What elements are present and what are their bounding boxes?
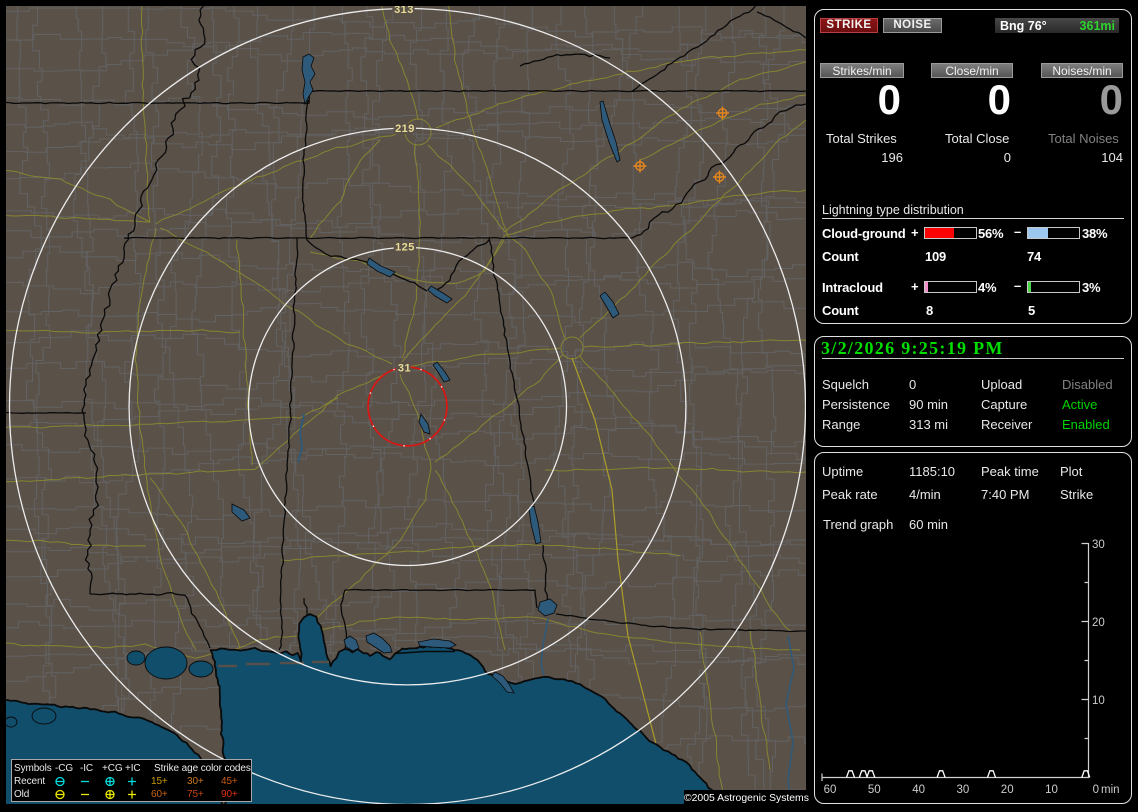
svg-text:30: 30 bbox=[957, 784, 970, 796]
svg-text:min: min bbox=[1101, 784, 1120, 796]
svg-text:10: 10 bbox=[1092, 695, 1105, 707]
svg-text:50: 50 bbox=[868, 784, 881, 796]
svg-text:20: 20 bbox=[1001, 784, 1014, 796]
svg-text:0: 0 bbox=[1093, 784, 1099, 796]
svg-text:20: 20 bbox=[1092, 617, 1105, 629]
svg-text:10: 10 bbox=[1045, 784, 1058, 796]
svg-text:40: 40 bbox=[912, 784, 925, 796]
svg-text:30: 30 bbox=[1092, 539, 1105, 551]
svg-text:60: 60 bbox=[824, 784, 837, 796]
